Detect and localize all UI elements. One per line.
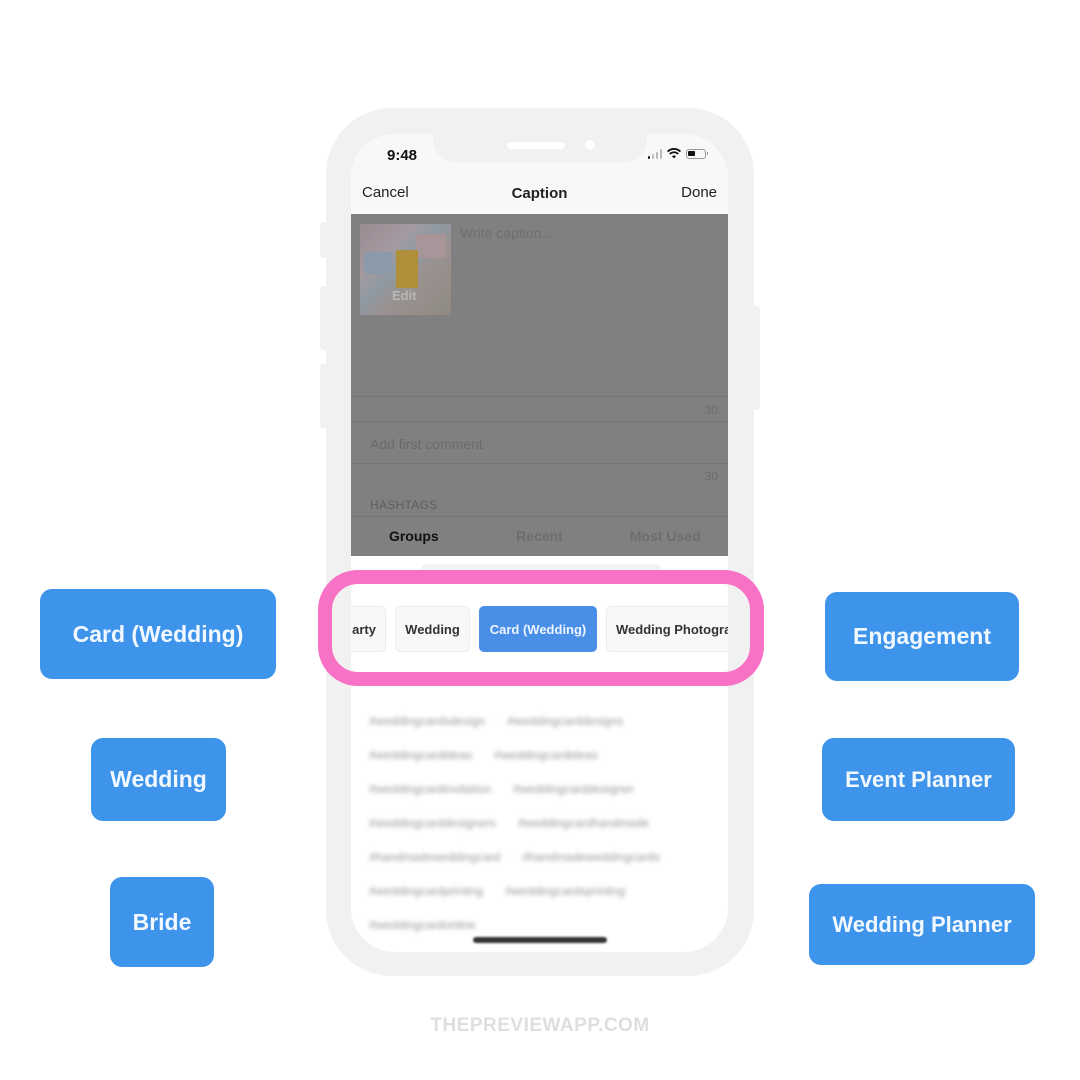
hashtag-row: #weddingcardprinting #weddingcardsprinti… xyxy=(369,874,714,908)
tab-most-used[interactable]: Most Used xyxy=(602,514,728,556)
phone-screen: 9:48 Cancel Caption Done Edit Write capt… xyxy=(351,134,728,952)
label-card-wedding: Card (Wedding) xyxy=(40,589,276,679)
hashtag-row: #weddingcardsdesign #weddingcarddesigns xyxy=(369,704,714,738)
hashtag-row: #weddingcarddesigners #weddingcardhandma… xyxy=(369,806,714,840)
speaker xyxy=(507,142,565,149)
thumbnail-detail xyxy=(364,252,392,274)
divider xyxy=(351,396,728,397)
thumbnail-detail xyxy=(416,234,446,258)
hashtag[interactable]: #weddingcardhandmade xyxy=(518,816,649,830)
tab-groups[interactable]: Groups xyxy=(351,514,477,556)
hashtag[interactable]: #weddingcarddesigns xyxy=(507,714,623,728)
dimmed-editor: Edit Write caption... 30 Add first comme… xyxy=(351,214,728,556)
hashtag[interactable]: #weddingcardprinting xyxy=(369,884,483,898)
first-comment-input[interactable]: Add first comment xyxy=(370,436,483,452)
home-indicator[interactable] xyxy=(473,937,607,943)
divider xyxy=(351,463,728,464)
label-bride: Bride xyxy=(110,877,214,967)
watermark: THEPREVIEWAPP.COM xyxy=(430,1015,650,1036)
hashtag-row: #handmadeweddingcard #handmadeweddingcar… xyxy=(369,840,714,874)
label-event-planner: Event Planner xyxy=(822,738,1015,821)
post-thumbnail[interactable]: Edit xyxy=(360,224,451,315)
page-title: Caption xyxy=(511,185,568,202)
label-wedding-planner: Wedding Planner xyxy=(809,884,1035,965)
label-wedding: Wedding xyxy=(91,738,226,821)
done-button[interactable]: Done xyxy=(681,184,717,201)
divider xyxy=(351,421,728,422)
battery-icon xyxy=(686,148,708,159)
label-engagement: Engagement xyxy=(825,592,1019,681)
group-chip[interactable]: Wedding Photogra xyxy=(606,606,728,652)
group-chip[interactable]: Wedding xyxy=(395,606,470,652)
comment-char-count: 30 xyxy=(704,469,718,483)
hashtag[interactable]: #weddingcardsprinting xyxy=(505,884,625,898)
cellular-signal-icon xyxy=(647,148,662,159)
hashtag[interactable]: #weddingcarddesigner xyxy=(513,782,634,796)
caption-char-count: 30 xyxy=(704,403,718,417)
hashtag-row: #weddingcardideas #weddingcardideas xyxy=(369,738,714,772)
tab-recent[interactable]: Recent xyxy=(477,514,603,556)
caption-nav-bar: Cancel Caption Done xyxy=(351,174,728,214)
hashtag[interactable]: #weddingcardonline xyxy=(369,918,476,932)
front-camera xyxy=(585,140,595,150)
group-chip[interactable]: arty xyxy=(351,606,386,652)
phone-volume-up xyxy=(320,286,328,350)
status-icons xyxy=(647,148,708,159)
hashtag-row: #weddingcardinvitation #weddingcarddesig… xyxy=(369,772,714,806)
hashtag-list: #weddingcardsdesign #weddingcarddesigns … xyxy=(369,704,714,942)
phone-power-button xyxy=(752,306,760,410)
hashtag[interactable]: #handmadeweddingcards xyxy=(522,850,659,864)
wifi-icon xyxy=(667,148,681,159)
hashtag[interactable]: #weddingcardsdesign xyxy=(369,714,485,728)
edit-thumbnail-label[interactable]: Edit xyxy=(392,288,417,303)
phone-volume-down xyxy=(320,364,328,428)
hashtag[interactable]: #handmadeweddingcard xyxy=(369,850,500,864)
group-search-strip xyxy=(421,564,661,576)
status-time: 9:48 xyxy=(387,147,418,164)
status-bar: 9:48 xyxy=(351,134,728,174)
thumbnail-detail xyxy=(396,250,418,288)
hashtag-group-chips: arty Wedding Card (Wedding) Wedding Phot… xyxy=(351,606,728,652)
phone-mute-switch xyxy=(320,222,328,258)
hashtag[interactable]: #weddingcardideas xyxy=(369,748,472,762)
hashtag[interactable]: #weddingcardinvitation xyxy=(369,782,491,796)
notch xyxy=(433,134,647,162)
hashtags-section-label: HASHTAGS xyxy=(370,498,438,512)
caption-input[interactable]: Write caption... xyxy=(460,225,553,241)
hashtag[interactable]: #weddingcardideas xyxy=(494,748,597,762)
hashtag-tabs: Groups Recent Most Used xyxy=(351,514,728,556)
hashtag[interactable]: #weddingcarddesigners xyxy=(369,816,496,830)
group-chip-selected[interactable]: Card (Wedding) xyxy=(479,606,597,652)
